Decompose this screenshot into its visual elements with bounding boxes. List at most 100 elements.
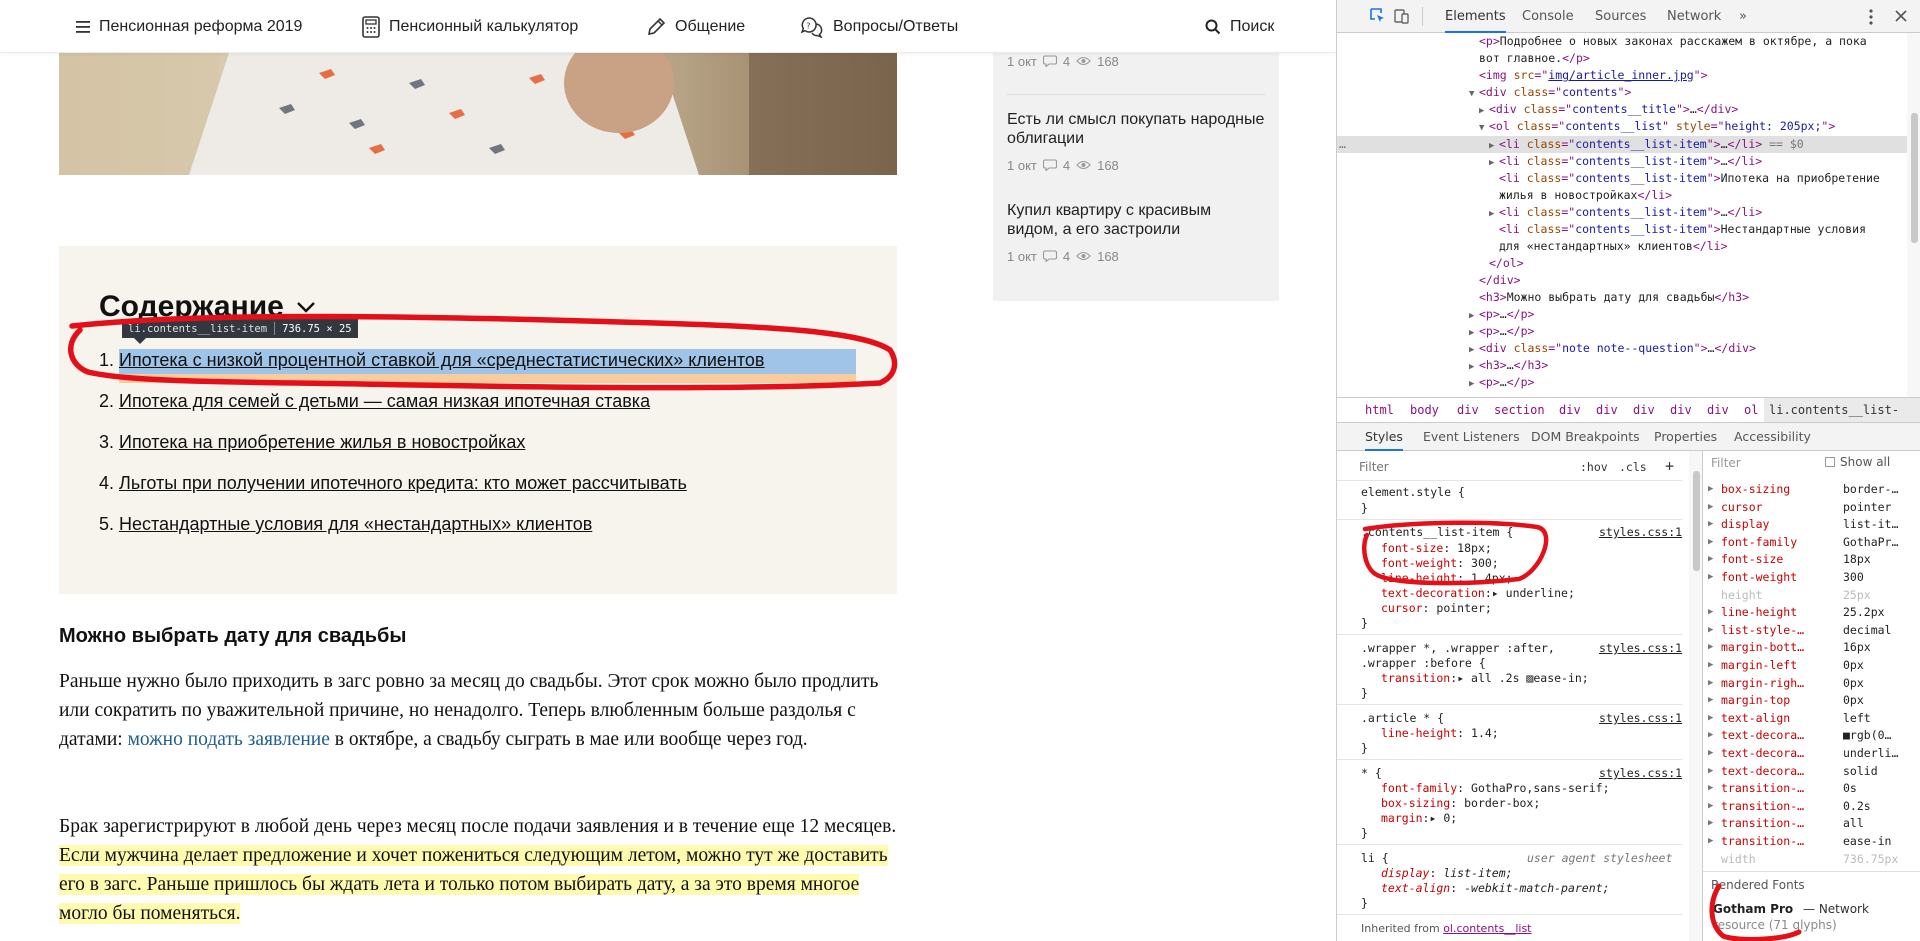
expand-triangle-icon[interactable]: ▶ — [1708, 534, 1713, 551]
computed-property-row[interactable]: ▶ margin-bott… 16px — [1703, 639, 1920, 656]
styles-scrollbar[interactable] — [1689, 451, 1703, 941]
computed-property-row[interactable]: ▶ text-decora… underli… — [1703, 745, 1920, 762]
dom-node[interactable]: вот главное.</p> — [1479, 50, 1590, 67]
breadcrumb-item[interactable]: div — [1670, 398, 1692, 422]
subtab-event-listeners[interactable]: Event Listeners — [1423, 423, 1520, 451]
expand-triangle-icon[interactable]: ▶ — [1708, 481, 1713, 498]
computed-property-row[interactable]: ▶ text-decora… ■rgb(0… — [1703, 727, 1920, 744]
subtab-accessibility[interactable]: Accessibility — [1734, 423, 1811, 451]
computed-property-row[interactable]: ▶ list-style-… decimal — [1703, 622, 1920, 639]
subtab-properties[interactable]: Properties — [1654, 423, 1717, 451]
breadcrumb-item-selected[interactable]: li.contents__list-item — [1764, 398, 1920, 441]
expand-triangle-icon[interactable]: ▶ — [1708, 551, 1713, 568]
device-toolbar-icon[interactable] — [1394, 8, 1410, 24]
expand-triangle-icon[interactable]: ▶ — [1708, 710, 1713, 727]
dom-node[interactable]: ▶ <p>…</p> — [1469, 374, 1534, 391]
dom-node[interactable]: ▼ <div class="contents"> — [1469, 84, 1631, 101]
expand-triangle-icon[interactable]: ▶ — [1708, 639, 1713, 656]
nav-pension-calculator[interactable]: Пенсионный калькулятор — [362, 0, 578, 53]
toc-item-link[interactable]: Ипотека на приобретение жилья в новостро… — [119, 430, 525, 455]
computed-property-row[interactable]: ▶ font-family GothaPr… — [1703, 534, 1920, 551]
dom-node[interactable]: <li class="contents__list-item">Нестанда… — [1499, 221, 1866, 238]
scrollbar-thumb[interactable] — [1693, 471, 1700, 571]
expand-triangle-icon[interactable]: ▶ — [1708, 622, 1713, 639]
computed-property-row[interactable]: ▶ font-size 18px — [1703, 551, 1920, 568]
computed-property-row[interactable]: ▶ margin-top 0px — [1703, 692, 1920, 709]
dom-node[interactable]: жилья в новостройках</li> — [1499, 187, 1672, 204]
expand-triangle-icon[interactable]: ▶ — [1708, 692, 1713, 709]
computed-property-row[interactable]: ▶ cursor pointer — [1703, 499, 1920, 516]
computed-property-row[interactable]: ▶ transition-… all — [1703, 815, 1920, 832]
breadcrumb-item[interactable]: div — [1596, 398, 1618, 422]
computed-property-row[interactable]: width 736.75px — [1703, 851, 1920, 868]
computed-property-row[interactable]: ▶ transition-… 0.2s — [1703, 798, 1920, 815]
nav-search[interactable]: Поиск — [1205, 0, 1274, 53]
tab-network[interactable]: Network — [1667, 0, 1721, 33]
computed-property-row[interactable]: ▶ transition-… 0s — [1703, 780, 1920, 797]
dom-node[interactable]: ▶ <p>…</p> — [1469, 306, 1534, 323]
computed-property-row[interactable]: ▶ font-weight 300 — [1703, 569, 1920, 586]
computed-property-row[interactable]: ▶ text-align left — [1703, 710, 1920, 727]
computed-property-row[interactable]: ▶ margin-righ… 0px — [1703, 675, 1920, 692]
breadcrumb-item[interactable]: div — [1559, 398, 1581, 422]
nav-communication[interactable]: Общение — [646, 0, 745, 53]
tab-elements[interactable]: Elements — [1445, 0, 1506, 33]
breadcrumb-item[interactable]: section — [1494, 398, 1545, 422]
tab-more[interactable]: » — [1739, 0, 1747, 33]
expand-triangle-icon[interactable]: ▶ — [1708, 675, 1713, 692]
checkbox-box[interactable] — [1825, 457, 1835, 467]
expand-triangle-icon[interactable]: ▶ — [1708, 763, 1713, 780]
expand-triangle-icon[interactable]: ▶ — [1708, 745, 1713, 762]
computed-property-row[interactable]: ▶ margin-left 0px — [1703, 657, 1920, 674]
dom-node[interactable]: <h3>Можно выбрать дату для свадьбы</h3> — [1479, 289, 1749, 306]
dom-node[interactable]: ▶ <li class="contents__list-item">…</li> — [1489, 153, 1762, 170]
toc-item-link[interactable]: Льготы при получении ипотечного кредита:… — [119, 471, 687, 496]
computed-property-row[interactable]: ▶ text-decora… solid — [1703, 763, 1920, 780]
show-all-checkbox[interactable]: Show all — [1825, 455, 1890, 470]
nav-qa[interactable]: ? Вопросы/Ответы — [800, 0, 958, 53]
news-title[interactable]: Есть ли смысл покупать народные облигаци… — [1007, 110, 1265, 148]
news-item[interactable]: 1 окт 4 168 — [1007, 53, 1265, 69]
expand-triangle-icon[interactable]: ▶ — [1708, 499, 1713, 516]
breadcrumb-item[interactable]: div — [1707, 398, 1729, 422]
computed-property-row[interactable]: ▶ line-height 25.2px — [1703, 604, 1920, 621]
news-item[interactable]: Есть ли смысл покупать народные облигаци… — [1007, 110, 1265, 173]
subtab-styles[interactable]: Styles — [1365, 423, 1403, 451]
dom-node[interactable]: </ol> — [1489, 255, 1524, 272]
breadcrumb-item[interactable]: body — [1410, 398, 1439, 422]
scrollbar-thumb[interactable] — [1911, 113, 1918, 243]
dom-tree-scrollbar[interactable] — [1907, 33, 1920, 397]
nav-pension-reform[interactable]: Пенсионная реформа 2019 — [76, 0, 302, 53]
expand-triangle-icon[interactable]: ▶ — [1708, 569, 1713, 586]
dom-node[interactable]: <p>Подробнее о новых законах расскажем в… — [1479, 33, 1867, 50]
computed-filter-input[interactable]: Filter — [1711, 456, 1741, 471]
dom-node-selected[interactable]: ▶ <li class="contents__list-item">…</li> … — [1489, 136, 1804, 153]
close-icon[interactable] — [1895, 10, 1907, 22]
expand-triangle-icon[interactable]: ▶ — [1708, 604, 1713, 621]
dom-node[interactable]: ▶ <div class="contents__title">…</div> — [1479, 101, 1738, 118]
computed-property-row[interactable]: ▶ box-sizing border-… — [1703, 481, 1920, 498]
expand-triangle-icon[interactable]: ▶ — [1708, 657, 1713, 674]
dom-node[interactable]: ▶ <li class="contents__list-item">…</li> — [1489, 204, 1762, 221]
expand-triangle-icon[interactable]: ▶ — [1708, 727, 1713, 744]
dom-node[interactable]: для «нестандартных» клиентов</li> — [1499, 238, 1728, 255]
article-link[interactable]: можно подать заявление — [128, 729, 330, 750]
kebab-menu-icon[interactable] — [1869, 9, 1873, 25]
expand-triangle-icon[interactable]: ▶ — [1708, 798, 1713, 815]
computed-property-row[interactable]: ▶ display list-it… — [1703, 516, 1920, 533]
breadcrumb-item[interactable]: ol — [1744, 398, 1758, 422]
inspect-element-icon[interactable] — [1370, 8, 1386, 24]
breadcrumb-item[interactable]: div — [1457, 398, 1479, 422]
breadcrumb-item[interactable]: html — [1365, 398, 1394, 422]
news-title[interactable]: Купил квартиру с красивым видом, а его з… — [1007, 201, 1265, 239]
computed-property-row[interactable]: height 25px — [1703, 587, 1920, 604]
dom-node[interactable]: </div> — [1479, 272, 1521, 289]
toc-item-link[interactable]: Нестандартные условия для «нестандартных… — [119, 512, 592, 537]
dom-node[interactable]: ▶ <p>…</p> — [1469, 323, 1534, 340]
tab-console[interactable]: Console — [1522, 0, 1574, 33]
toc-item-link[interactable]: Ипотека с низкой процентной ставкой для … — [119, 348, 765, 373]
dom-node[interactable]: <li class="contents__list-item">Ипотека … — [1499, 170, 1880, 187]
news-item[interactable]: Купил квартиру с красивым видом, а его з… — [1007, 201, 1265, 264]
expand-triangle-icon[interactable]: ▶ — [1708, 815, 1713, 832]
tab-sources[interactable]: Sources — [1595, 0, 1646, 33]
